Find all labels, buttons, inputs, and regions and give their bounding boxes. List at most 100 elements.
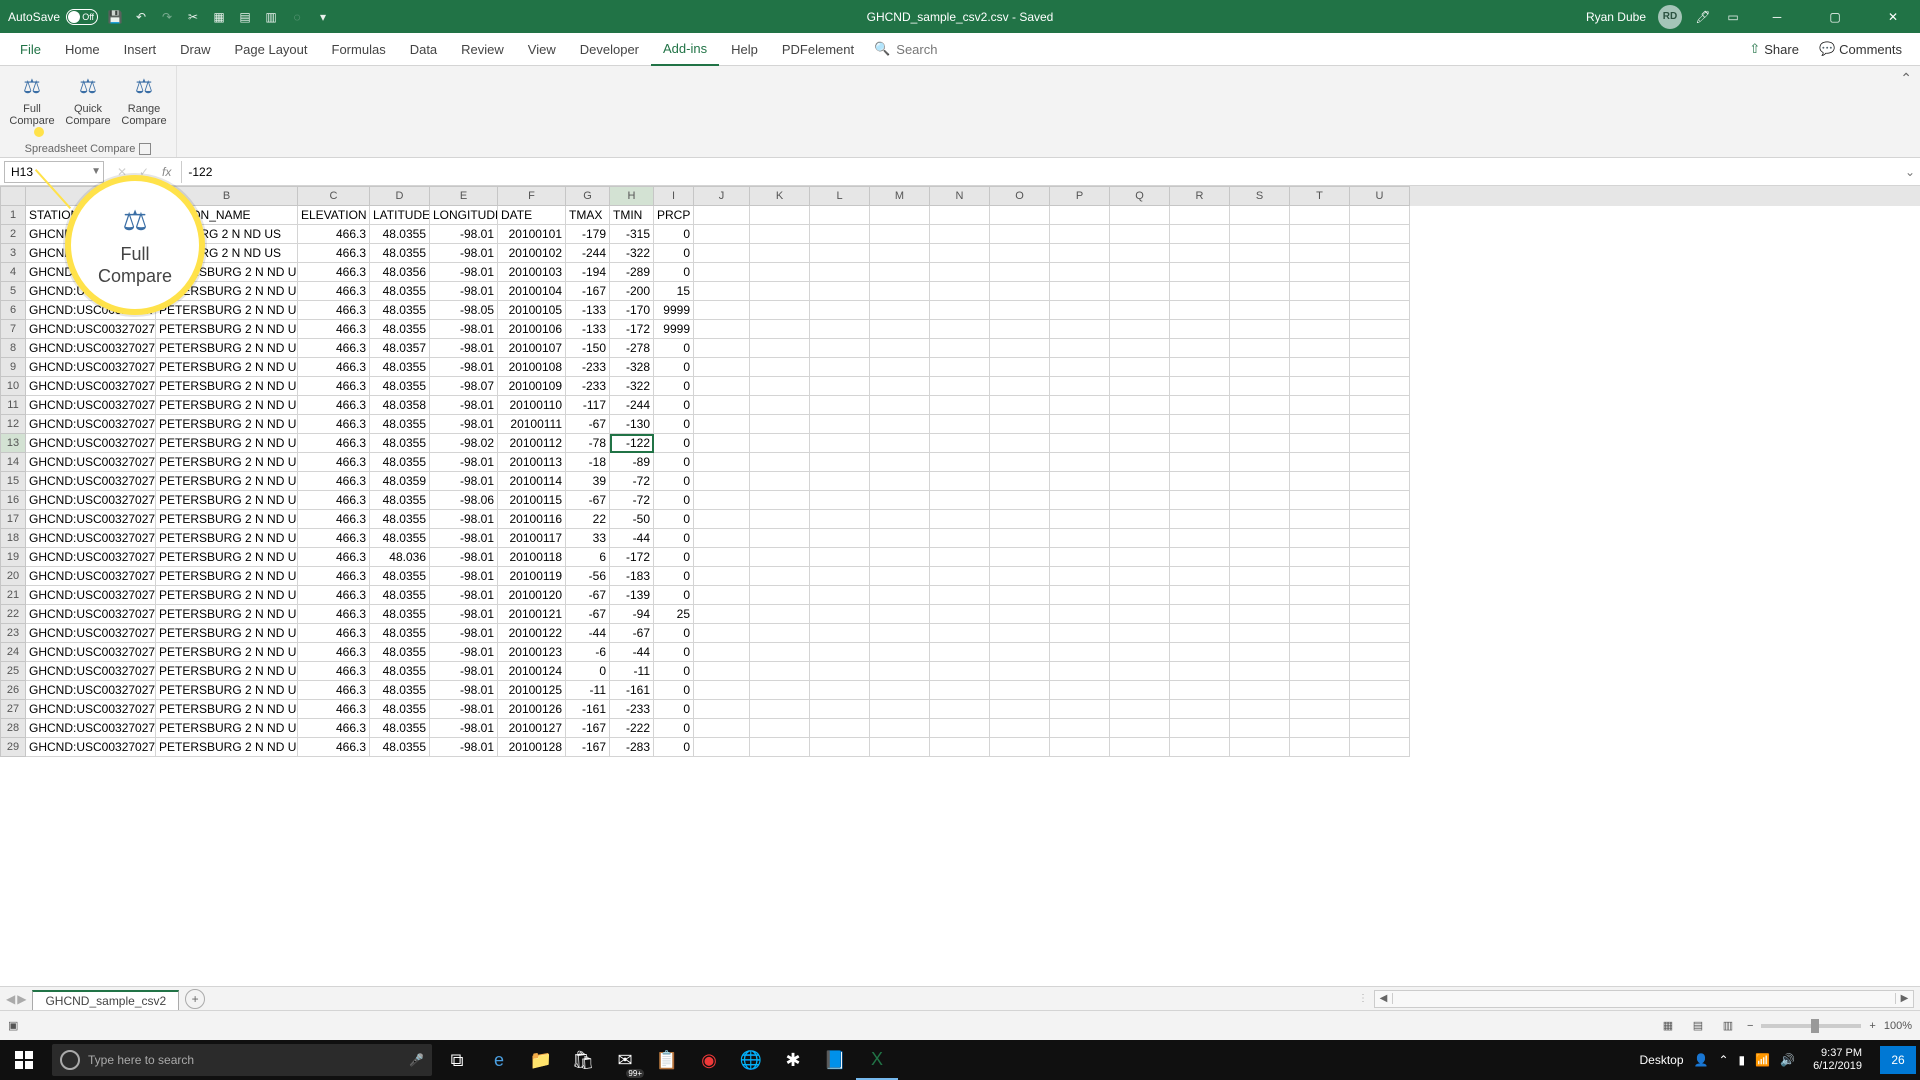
cell[interactable]: 466.3	[298, 662, 370, 681]
cell[interactable]: 48.0355	[370, 624, 430, 643]
cell[interactable]: -67	[610, 624, 654, 643]
cell[interactable]	[1050, 662, 1110, 681]
cell[interactable]: ELEVATION	[298, 206, 370, 225]
battery-icon[interactable]: ▮	[1739, 1053, 1746, 1067]
cell[interactable]	[1170, 472, 1230, 491]
cell[interactable]	[750, 358, 810, 377]
cell[interactable]: -98.01	[430, 681, 498, 700]
cell[interactable]: 48.0355	[370, 700, 430, 719]
mail-icon[interactable]: ✉99+	[604, 1040, 646, 1080]
cell[interactable]: -98.06	[430, 491, 498, 510]
tab-add-ins[interactable]: Add-ins	[651, 33, 719, 66]
cell[interactable]	[870, 396, 930, 415]
cell[interactable]	[990, 567, 1050, 586]
cell[interactable]	[1050, 529, 1110, 548]
cell[interactable]: GHCND:USC00327027	[26, 681, 156, 700]
cell[interactable]	[990, 548, 1050, 567]
cell[interactable]	[870, 358, 930, 377]
cell[interactable]	[1350, 529, 1410, 548]
minimize-button[interactable]: ─	[1754, 0, 1800, 33]
cell[interactable]	[1230, 643, 1290, 662]
cell[interactable]	[930, 206, 990, 225]
cell[interactable]	[1050, 567, 1110, 586]
row-header[interactable]: 20	[0, 567, 26, 586]
cell[interactable]: -98.01	[430, 605, 498, 624]
page-break-view-icon[interactable]: ▥	[1717, 1017, 1739, 1035]
quick-compare-button[interactable]: ⚖QuickCompare	[60, 70, 116, 143]
cell[interactable]: 48.0355	[370, 662, 430, 681]
cell[interactable]: GHCND:USC00327027	[26, 605, 156, 624]
cell[interactable]	[1170, 282, 1230, 301]
cell[interactable]	[990, 206, 1050, 225]
row-header[interactable]: 4	[0, 263, 26, 282]
cell[interactable]	[810, 339, 870, 358]
cell[interactable]	[810, 548, 870, 567]
cell[interactable]	[750, 377, 810, 396]
cell[interactable]: 20100119	[498, 567, 566, 586]
cell[interactable]	[1350, 643, 1410, 662]
cell[interactable]	[1350, 472, 1410, 491]
cell[interactable]: 0	[654, 567, 694, 586]
cell[interactable]	[810, 415, 870, 434]
cell[interactable]: 20100115	[498, 491, 566, 510]
cell[interactable]: 466.3	[298, 301, 370, 320]
cell[interactable]: 466.3	[298, 396, 370, 415]
cell[interactable]: PETERSBURG 2 N ND US	[156, 624, 298, 643]
cell[interactable]	[990, 510, 1050, 529]
column-header[interactable]: P	[1050, 186, 1110, 206]
row-header[interactable]: 28	[0, 719, 26, 738]
column-header[interactable]: C	[298, 186, 370, 206]
cell[interactable]	[990, 339, 1050, 358]
cell[interactable]: LATITUDE	[370, 206, 430, 225]
wifi-icon[interactable]: 📶	[1755, 1053, 1770, 1067]
collapse-ribbon-icon[interactable]: ⌃	[1900, 70, 1912, 87]
cell[interactable]: -172	[610, 320, 654, 339]
cell[interactable]	[1050, 719, 1110, 738]
cell[interactable]	[694, 643, 750, 662]
cell[interactable]	[1050, 282, 1110, 301]
cell[interactable]	[1290, 548, 1350, 567]
cell[interactable]: 48.0355	[370, 586, 430, 605]
cell[interactable]	[694, 700, 750, 719]
cell[interactable]	[1290, 681, 1350, 700]
cell[interactable]	[694, 206, 750, 225]
cell[interactable]	[1170, 339, 1230, 358]
cell[interactable]	[870, 377, 930, 396]
cell[interactable]	[930, 244, 990, 263]
cell[interactable]: -98.05	[430, 301, 498, 320]
cell[interactable]	[810, 738, 870, 757]
cell[interactable]	[1350, 225, 1410, 244]
column-header[interactable]: H	[610, 186, 654, 206]
cell[interactable]	[1110, 206, 1170, 225]
cell[interactable]	[810, 434, 870, 453]
cell[interactable]: 15	[654, 282, 694, 301]
cell[interactable]	[1230, 719, 1290, 738]
cell[interactable]	[1230, 738, 1290, 757]
cell[interactable]	[870, 643, 930, 662]
cell[interactable]: 20100105	[498, 301, 566, 320]
cell[interactable]	[1350, 434, 1410, 453]
cell[interactable]: GHCND:USC00327027	[26, 738, 156, 757]
cell[interactable]	[750, 415, 810, 434]
cell[interactable]: -56	[566, 567, 610, 586]
cell[interactable]: -167	[566, 719, 610, 738]
cell[interactable]: GHCND:USC00327027	[26, 662, 156, 681]
chrome-icon[interactable]: 🌐	[730, 1040, 772, 1080]
cell[interactable]	[870, 681, 930, 700]
notification-center[interactable]: 26	[1880, 1046, 1916, 1074]
column-header[interactable]: F	[498, 186, 566, 206]
name-box[interactable]: H13 ▼	[4, 161, 104, 183]
close-button[interactable]: ✕	[1870, 0, 1916, 33]
cell[interactable]	[750, 225, 810, 244]
row-header[interactable]: 18	[0, 529, 26, 548]
tab-pdfelement[interactable]: PDFelement	[770, 33, 866, 66]
cell[interactable]	[1110, 624, 1170, 643]
column-header[interactable]: Q	[1110, 186, 1170, 206]
cell[interactable]: 466.3	[298, 415, 370, 434]
cell[interactable]: 0	[654, 358, 694, 377]
scroll-right-icon[interactable]: ▶	[1895, 993, 1913, 1004]
cell[interactable]	[750, 339, 810, 358]
qat-icon[interactable]: ▥	[262, 8, 280, 26]
cell[interactable]: 9999	[654, 301, 694, 320]
cell[interactable]	[990, 491, 1050, 510]
